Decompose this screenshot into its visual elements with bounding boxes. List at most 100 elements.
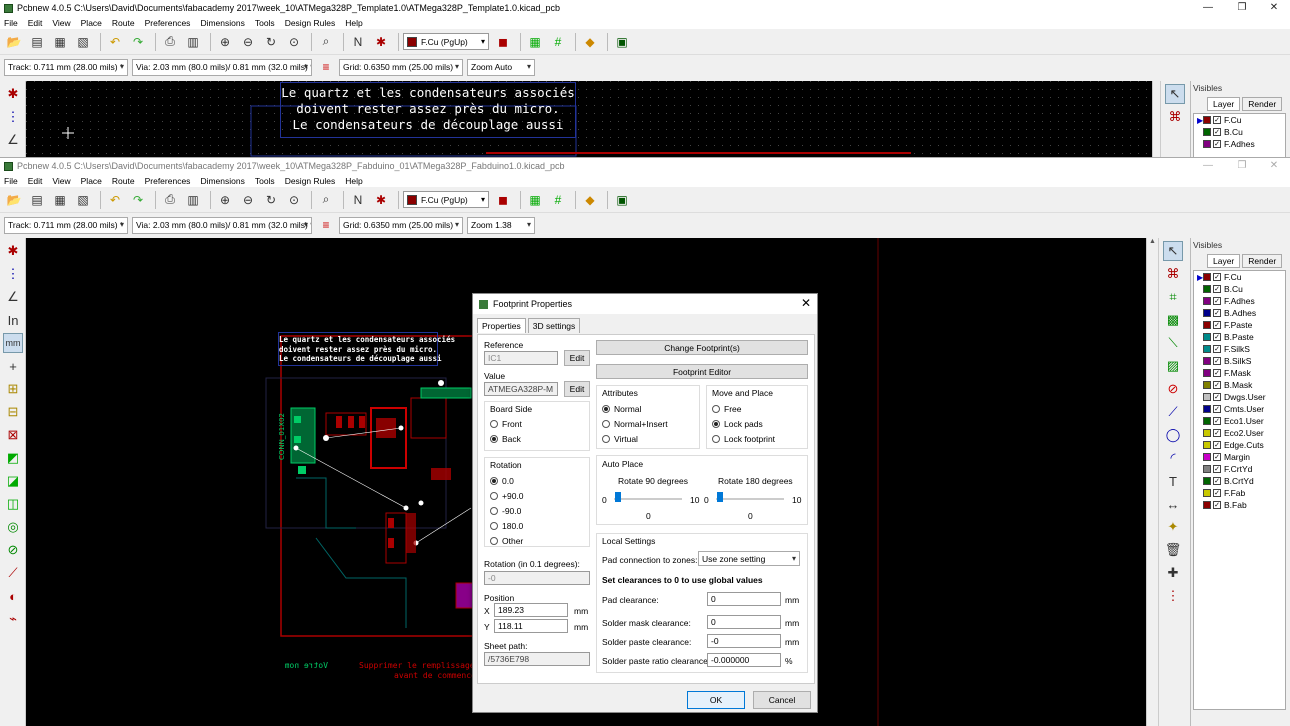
menu-tools[interactable]: Tools bbox=[255, 176, 275, 186]
restore-icon[interactable]: ❐ bbox=[1226, 0, 1258, 16]
layer-color-swatch[interactable] bbox=[1203, 501, 1211, 509]
autoplace-icon[interactable]: ◆ bbox=[580, 190, 600, 210]
layer-visible-checkbox[interactable]: ✓ bbox=[1213, 273, 1221, 281]
drc-icon[interactable]: ✱ bbox=[371, 32, 391, 52]
zone-sketch-icon[interactable]: ◫ bbox=[3, 494, 23, 514]
netlist-icon[interactable]: N bbox=[348, 32, 368, 52]
redraw-icon[interactable]: ↻ bbox=[261, 32, 281, 52]
layer-color-swatch[interactable] bbox=[1203, 453, 1211, 461]
add-zone-icon[interactable]: ▨ bbox=[1163, 356, 1183, 376]
new-board-icon[interactable]: 📂 bbox=[4, 190, 24, 210]
attr-normal-insert-radio[interactable]: Normal+Insert bbox=[602, 419, 668, 429]
layer-color-swatch[interactable] bbox=[1203, 285, 1211, 293]
layer-row[interactable]: ✓ B.Adhes bbox=[1194, 307, 1285, 319]
layer-color-swatch[interactable] bbox=[1203, 345, 1211, 353]
layer-row[interactable]: ✓ Cmts.User bbox=[1194, 403, 1285, 415]
footprint-viewer-icon[interactable]: # bbox=[548, 190, 568, 210]
drc-off-icon[interactable]: ✱ bbox=[3, 84, 23, 104]
track-width-select[interactable]: Track: 0.711 mm (28.00 mils) * ▾ bbox=[4, 58, 128, 76]
reference-field[interactable]: IC1 bbox=[484, 351, 558, 365]
menu-view[interactable]: View bbox=[52, 176, 70, 186]
layer-row[interactable]: ✓ B.CrtYd bbox=[1194, 475, 1285, 487]
layer-visible-checkbox[interactable]: ✓ bbox=[1213, 453, 1221, 461]
layer-row[interactable]: ✓ Edge.Cuts bbox=[1194, 439, 1285, 451]
rotation-other-radio[interactable]: Other bbox=[490, 536, 523, 546]
layer-color-swatch[interactable] bbox=[1203, 273, 1211, 281]
edit-value-button[interactable]: Edit bbox=[564, 381, 590, 397]
zoom-out-icon[interactable]: ⊖ bbox=[238, 190, 258, 210]
layer-color-swatch[interactable] bbox=[1203, 333, 1211, 341]
plot-icon[interactable]: ▥ bbox=[183, 32, 203, 52]
add-dimension-icon[interactable]: ↔ bbox=[1163, 494, 1183, 514]
plot-icon[interactable]: ▥ bbox=[183, 190, 203, 210]
rot90-slider-thumb[interactable] bbox=[615, 492, 621, 502]
menu-preferences[interactable]: Preferences bbox=[145, 176, 191, 186]
grid-toggle-icon[interactable]: ⋮ bbox=[3, 264, 23, 284]
layer-row[interactable]: ✓ F.Fab bbox=[1194, 487, 1285, 499]
auto-track-width-icon[interactable]: ≡ bbox=[316, 57, 336, 77]
layer-visible-checkbox[interactable]: ✓ bbox=[1213, 369, 1221, 377]
zoom-in-icon[interactable]: ⊕ bbox=[215, 32, 235, 52]
attr-virtual-radio[interactable]: Virtual bbox=[602, 434, 638, 444]
vertical-scrollbar[interactable]: ▲ bbox=[1146, 238, 1158, 726]
zoom-out-icon[interactable]: ⊖ bbox=[238, 32, 258, 52]
layer-color-swatch[interactable] bbox=[1203, 357, 1211, 365]
via-size-select[interactable]: Via: 2.03 mm (80.0 mils)/ 0.81 mm (32.0 … bbox=[132, 216, 312, 234]
select-tool-icon[interactable]: ↖ bbox=[1163, 241, 1183, 261]
redo-icon[interactable]: ↷ bbox=[128, 190, 148, 210]
delete-tool-icon[interactable]: 🗑 bbox=[1163, 540, 1183, 560]
layer-color-swatch[interactable] bbox=[1203, 369, 1211, 377]
active-layer-select[interactable]: F.Cu (PgUp) ▾ bbox=[403, 191, 489, 208]
layer-visible-checkbox[interactable]: ✓ bbox=[1213, 357, 1221, 365]
rotation-plus90-radio[interactable]: +90.0 bbox=[490, 491, 524, 501]
menu-edit[interactable]: Edit bbox=[28, 18, 43, 28]
menu-help[interactable]: Help bbox=[345, 18, 362, 28]
layer-row[interactable]: ✓ B.Mask bbox=[1194, 379, 1285, 391]
layer-visible-checkbox[interactable]: ✓ bbox=[1213, 345, 1221, 353]
paste-ratio-field[interactable]: -0.000000 bbox=[707, 653, 781, 667]
footprint-editor-icon[interactable]: ▦ bbox=[525, 190, 545, 210]
scripting-console-icon[interactable]: ▣ bbox=[612, 190, 632, 210]
zoom-in-icon[interactable]: ⊕ bbox=[215, 190, 235, 210]
layer-color-swatch[interactable] bbox=[1203, 128, 1211, 136]
menu-dimensions[interactable]: Dimensions bbox=[200, 18, 244, 28]
menu-design-rules[interactable]: Design Rules bbox=[285, 176, 336, 186]
zone-outline-icon[interactable]: ◪ bbox=[3, 471, 23, 491]
restore-icon[interactable]: ❐ bbox=[1226, 158, 1258, 174]
layer-color-swatch[interactable] bbox=[1203, 489, 1211, 497]
scripting-console-icon[interactable]: ▣ bbox=[612, 32, 632, 52]
local-ratsnest-icon[interactable]: ⌗ bbox=[1163, 287, 1183, 307]
auto-delete-track-icon[interactable]: ⊠ bbox=[3, 425, 23, 445]
track-width-select[interactable]: Track: 0.711 mm (28.00 mils) * ▾ bbox=[4, 216, 128, 234]
layer-row[interactable]: ✓ F.Paste bbox=[1194, 319, 1285, 331]
add-target-icon[interactable]: ✦ bbox=[1163, 517, 1183, 537]
units-inch-icon[interactable]: In bbox=[3, 310, 23, 330]
value-field[interactable]: ATMEGA328P-M bbox=[484, 382, 558, 396]
open-board-icon[interactable]: ▤ bbox=[27, 190, 47, 210]
close-icon[interactable]: ✕ bbox=[1258, 158, 1290, 174]
layer-visible-checkbox[interactable]: ✓ bbox=[1213, 489, 1221, 497]
redraw-icon[interactable]: ↻ bbox=[261, 190, 281, 210]
save-icon[interactable]: ▦ bbox=[50, 32, 70, 52]
layer-visible-checkbox[interactable]: ✓ bbox=[1213, 321, 1221, 329]
add-circle-icon[interactable]: ◯ bbox=[1163, 425, 1183, 445]
paste-clearance-field[interactable]: -0 bbox=[707, 634, 781, 648]
zoom-select[interactable]: Zoom Auto ▾ bbox=[467, 58, 535, 76]
rotation-custom-field[interactable]: -0 bbox=[484, 571, 590, 585]
route-track-icon[interactable]: ⟍ bbox=[1163, 333, 1183, 353]
via-size-select[interactable]: Via: 2.03 mm (80.0 mils)/ 0.81 mm (32.0 … bbox=[132, 58, 312, 76]
layer-row[interactable]: ▶ ✓ F.Cu bbox=[1194, 114, 1285, 126]
layer-visible-checkbox[interactable]: ✓ bbox=[1213, 333, 1221, 341]
page-settings-icon[interactable]: ▧ bbox=[73, 190, 93, 210]
find-icon[interactable]: ⌕ bbox=[316, 32, 336, 52]
layer-row[interactable]: ✓ B.SilkS bbox=[1194, 355, 1285, 367]
active-layer-select[interactable]: F.Cu (PgUp) ▾ bbox=[403, 33, 489, 50]
footprint-editor-button[interactable]: Footprint Editor bbox=[596, 364, 808, 379]
menu-edit[interactable]: Edit bbox=[28, 176, 43, 186]
layer-visible-checkbox[interactable]: ✓ bbox=[1213, 417, 1221, 425]
vias-sketch-icon[interactable]: ⊘ bbox=[3, 540, 23, 560]
move-lock-footprint-radio[interactable]: Lock footprint bbox=[712, 434, 775, 444]
layer-color-swatch[interactable] bbox=[1203, 405, 1211, 413]
layer-color-swatch[interactable] bbox=[1203, 417, 1211, 425]
layer-visible-checkbox[interactable]: ✓ bbox=[1213, 405, 1221, 413]
